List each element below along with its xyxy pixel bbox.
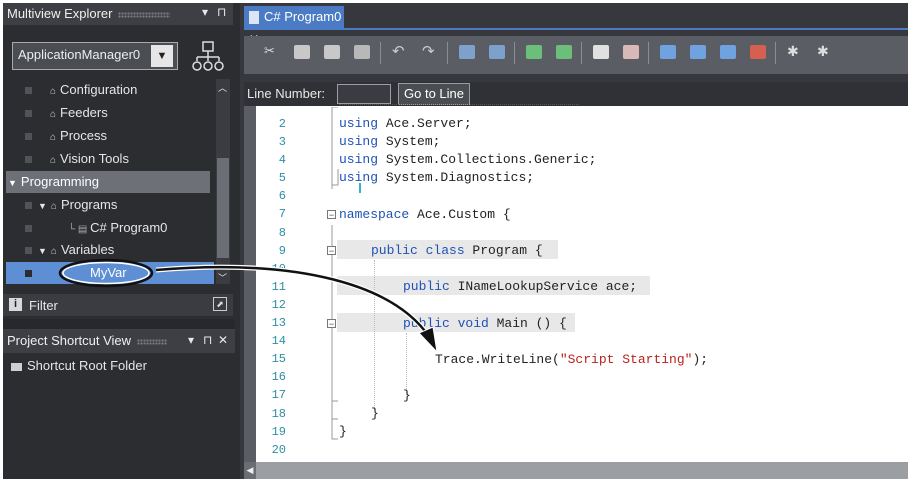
drag-arrow <box>155 264 438 354</box>
